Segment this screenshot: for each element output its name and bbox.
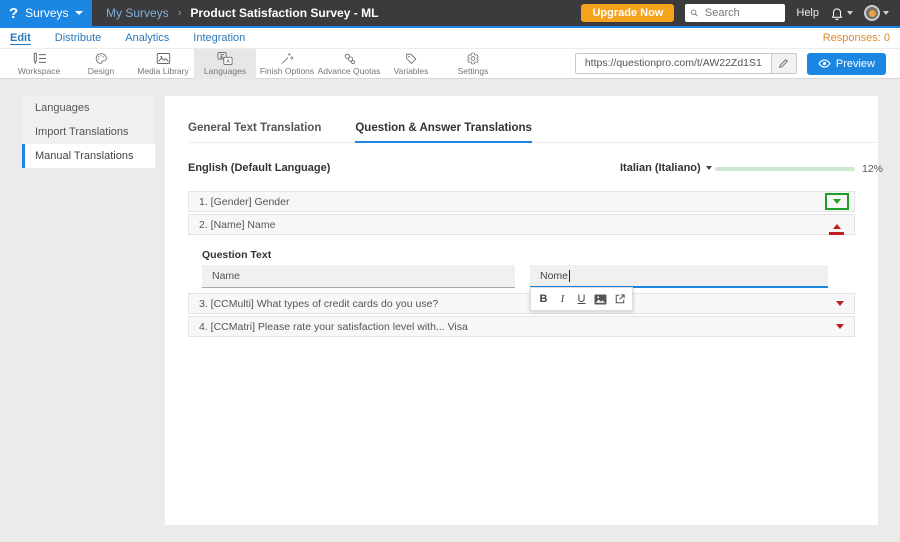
source-language-label: English (Default Language) bbox=[188, 162, 331, 174]
chevron-down-icon bbox=[836, 324, 844, 329]
insert-image-button[interactable] bbox=[592, 290, 609, 308]
bold-button[interactable]: B bbox=[535, 290, 552, 308]
tool-advance-quotas[interactable]: Advance Quotas bbox=[318, 49, 380, 79]
question-editor-panel: Question Text Name Nome bbox=[188, 237, 855, 293]
chevron-down-icon bbox=[836, 301, 844, 306]
breadcrumb-my-surveys[interactable]: My Surveys bbox=[106, 6, 169, 20]
question-text-label: Question Text bbox=[202, 249, 272, 261]
questionpro-logo-icon: ? bbox=[9, 4, 19, 22]
chevron-down-icon bbox=[74, 11, 83, 15]
question-row-2[interactable]: 2. [Name] Name bbox=[188, 214, 855, 235]
translation-tabs: General Text Translation Question & Answ… bbox=[188, 96, 878, 143]
media-library-icon bbox=[156, 52, 170, 64]
variables-icon bbox=[406, 53, 417, 64]
nav-item-edit[interactable]: Edit bbox=[10, 32, 31, 44]
svg-text:A: A bbox=[226, 58, 230, 64]
sidebar-item-import-translations[interactable]: Import Translations bbox=[22, 120, 155, 144]
collapse-indicator-bar bbox=[829, 232, 844, 235]
chevron-down-icon bbox=[883, 11, 889, 15]
tool-workspace[interactable]: Workspace bbox=[8, 49, 70, 79]
tab-general-text-translation[interactable]: General Text Translation bbox=[188, 122, 321, 143]
survey-url[interactable]: https://questionpro.com/t/AW22Zd1S1 bbox=[576, 54, 771, 73]
advance-quotas-icon bbox=[344, 53, 355, 64]
search-input[interactable] bbox=[702, 6, 781, 20]
settings-icon bbox=[467, 52, 479, 64]
product-switcher-label: Surveys bbox=[25, 6, 69, 20]
tool-design[interactable]: Design bbox=[70, 49, 132, 79]
italic-button[interactable]: I bbox=[554, 290, 571, 308]
notifications-menu[interactable] bbox=[830, 6, 853, 21]
source-text-field: Name bbox=[202, 265, 515, 288]
chevron-down-icon bbox=[833, 199, 841, 204]
upgrade-now-button[interactable]: Upgrade Now bbox=[581, 4, 675, 22]
section-nav: Edit Distribute Analytics Integration Re… bbox=[0, 28, 900, 49]
chevron-down-icon bbox=[847, 11, 853, 15]
bell-icon bbox=[831, 7, 843, 20]
expand-toggle-highlighted[interactable] bbox=[825, 193, 849, 210]
edit-url-button[interactable] bbox=[770, 54, 796, 73]
tab-question-answer-translations[interactable]: Question & Answer Translations bbox=[355, 122, 532, 143]
tool-variables[interactable]: Variables bbox=[380, 49, 442, 79]
languages-icon: A bbox=[217, 51, 233, 64]
translation-progress-bar bbox=[715, 167, 855, 171]
finish-options-icon bbox=[281, 52, 294, 64]
breadcrumb: My Surveys › Product Satisfaction Survey… bbox=[106, 6, 378, 20]
logo-block[interactable]: ? Surveys bbox=[0, 0, 92, 26]
text-cursor bbox=[569, 270, 571, 283]
product-switcher[interactable]: Surveys bbox=[25, 6, 83, 20]
translations-card: General Text Translation Question & Answ… bbox=[165, 96, 883, 525]
workspace-icon bbox=[33, 52, 46, 64]
header-right: Upgrade Now Help bbox=[581, 4, 900, 22]
language-header-row: English (Default Language) Italian (Ital… bbox=[165, 159, 883, 177]
survey-title: Product Satisfaction Survey - ML bbox=[190, 6, 379, 20]
external-link-icon bbox=[615, 294, 625, 304]
responses-count[interactable]: Responses: 0 bbox=[823, 32, 890, 44]
underline-button[interactable]: U bbox=[573, 290, 590, 308]
edit-toolbar: Workspace Design Media Library A Languag… bbox=[0, 48, 900, 79]
collapse-toggle[interactable] bbox=[829, 224, 844, 235]
pencil-icon bbox=[779, 59, 789, 68]
survey-url-group: https://questionpro.com/t/AW22Zd1S1 bbox=[574, 53, 797, 74]
toolbar-right: https://questionpro.com/t/AW22Zd1S1 Prev… bbox=[574, 52, 892, 75]
main-area: Languages Import Translations Manual Tra… bbox=[0, 79, 900, 542]
tool-media-library[interactable]: Media Library bbox=[132, 49, 194, 79]
avatar bbox=[864, 5, 880, 21]
design-icon bbox=[95, 52, 107, 64]
account-menu[interactable] bbox=[864, 5, 889, 21]
preview-button-label: Preview bbox=[835, 57, 875, 70]
eye-icon bbox=[818, 59, 831, 68]
global-search[interactable] bbox=[685, 4, 786, 22]
format-toolbar: B I U bbox=[530, 287, 633, 311]
question-row-4[interactable]: 4. [CCMatri] Please rate your satisfacti… bbox=[188, 316, 855, 337]
top-header: ? Surveys My Surveys › Product Satisfact… bbox=[0, 0, 900, 28]
image-icon bbox=[594, 293, 607, 305]
translations-sidebar: Languages Import Translations Manual Tra… bbox=[22, 96, 155, 168]
tool-settings[interactable]: Settings bbox=[442, 49, 504, 79]
question-row-3[interactable]: 3. [CCMulti] What types of credit cards … bbox=[188, 293, 855, 314]
sidebar-item-manual-translations[interactable]: Manual Translations bbox=[22, 144, 155, 168]
preview-button[interactable]: Preview bbox=[806, 52, 886, 75]
nav-item-analytics[interactable]: Analytics bbox=[125, 32, 169, 44]
nav-item-distribute[interactable]: Distribute bbox=[55, 32, 101, 44]
open-editor-button[interactable] bbox=[611, 290, 628, 308]
question-row-1[interactable]: 1. [Gender] Gender bbox=[188, 191, 855, 212]
target-language-label: Italian (Italiano) bbox=[620, 162, 701, 174]
target-language-dropdown[interactable]: Italian (Italiano) bbox=[620, 162, 712, 174]
nav-item-integration[interactable]: Integration bbox=[193, 32, 245, 44]
breadcrumb-separator: › bbox=[177, 7, 182, 19]
chevron-up-icon bbox=[832, 224, 841, 229]
question-list: 1. [Gender] Gender 2. [Name] Name Questi… bbox=[188, 191, 855, 337]
help-link[interactable]: Help bbox=[796, 7, 819, 19]
chevron-down-icon bbox=[706, 166, 712, 170]
tool-languages[interactable]: A Languages bbox=[194, 48, 256, 79]
sidebar-item-languages[interactable]: Languages bbox=[22, 96, 155, 120]
progress-percent: 12% bbox=[862, 163, 884, 175]
translation-text-field[interactable]: Nome bbox=[530, 265, 828, 288]
tool-finish-options[interactable]: Finish Options bbox=[256, 49, 318, 79]
search-icon bbox=[691, 9, 699, 17]
